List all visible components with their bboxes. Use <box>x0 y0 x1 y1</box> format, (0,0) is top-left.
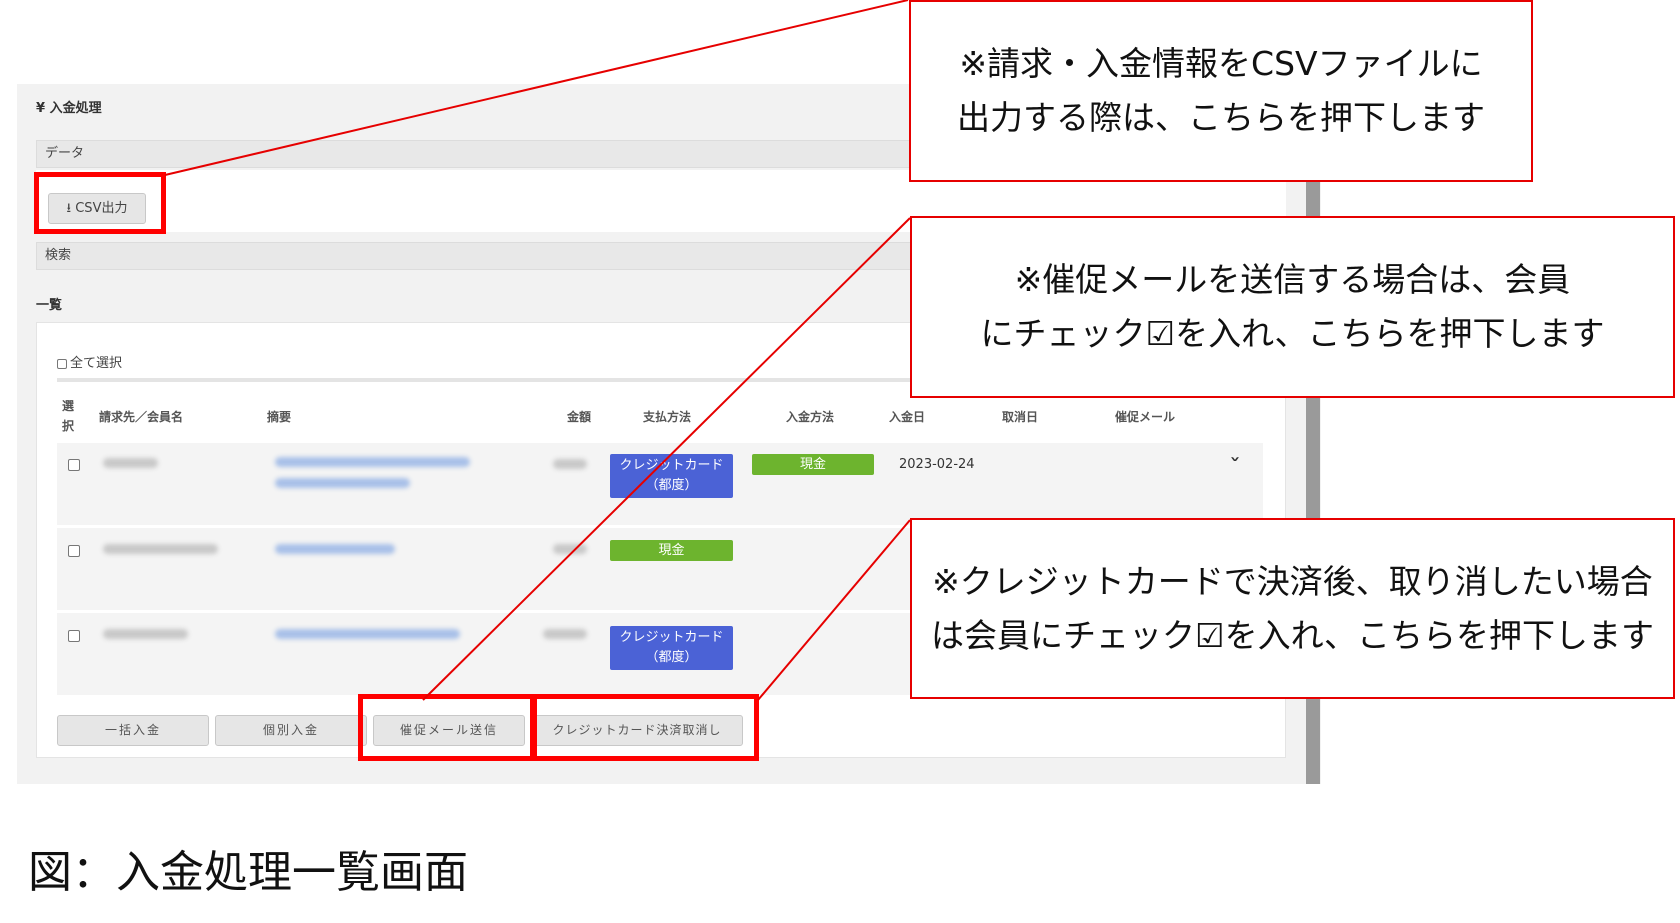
reminder-leader-line <box>422 217 911 701</box>
reminder-callout: ※催促メールを送信する場合は、会員 にチェック☑を入れ、こちらを押下します <box>910 216 1675 398</box>
cancel-callout: ※クレジットカードで決済後、取り消したい場合 は会員にチェック☑を入れ、こちらを… <box>910 518 1675 699</box>
figure-caption: 図：入金処理一覧画面 <box>28 847 468 898</box>
csv-leader-line <box>164 0 909 176</box>
cancel-leader-line <box>757 519 911 701</box>
csv-callout: ※請求・入金情報をCSVファイルに 出力する際は、こちらを押下します <box>909 0 1533 182</box>
